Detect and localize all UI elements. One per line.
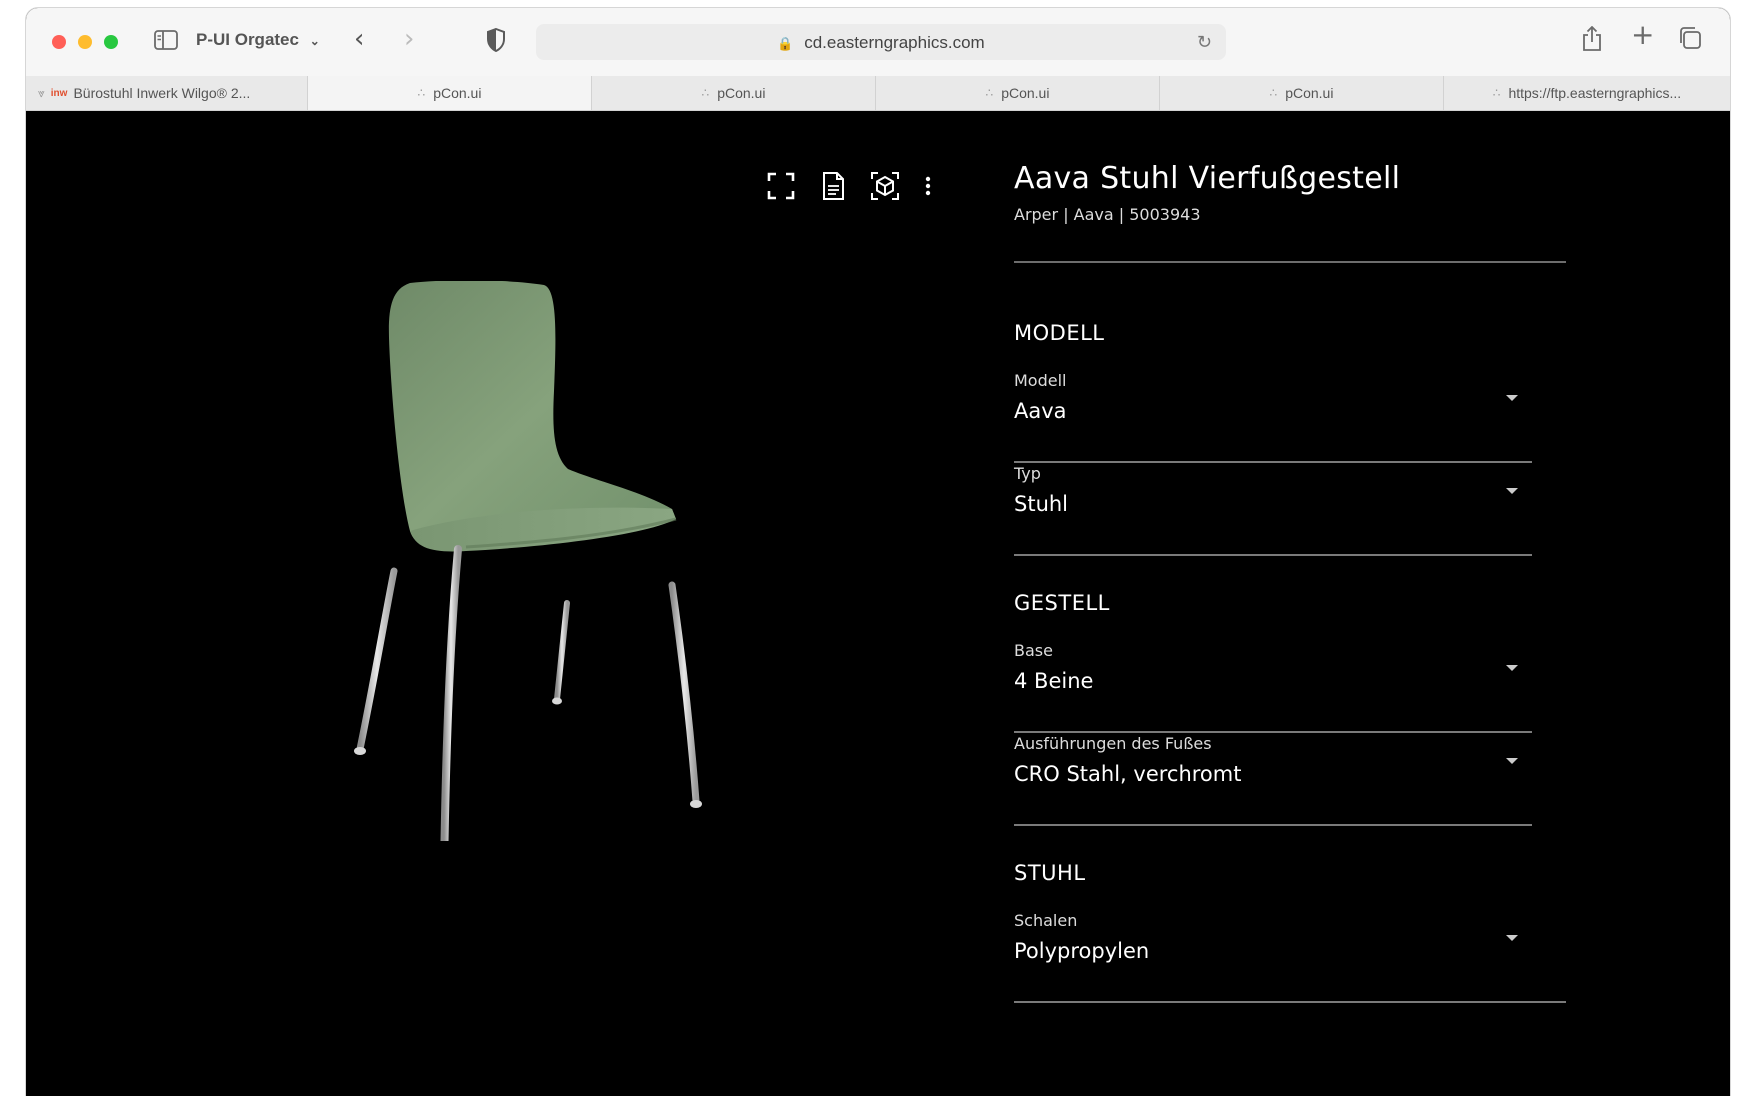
field-value: Aava (1014, 399, 1067, 423)
more-options-icon[interactable] (918, 169, 938, 203)
field-value: Polypropylen (1014, 939, 1150, 963)
tab-4[interactable]: ∴ pCon.ui (876, 76, 1160, 110)
datasheet-icon[interactable] (816, 169, 850, 203)
caret-down-icon (1506, 488, 1518, 494)
new-tab-icon[interactable]: + (1631, 21, 1654, 49)
lock-icon: 🔒 (777, 36, 794, 51)
tab-bar: ⩔ inw Bürostuhl Inwerk Wilgo® 2... ∴ pCo… (26, 76, 1730, 111)
zoom-window-button[interactable] (104, 35, 118, 49)
browser-toolbar: P-UI Orgatec ⌄ ‹ › 🔒 cd.easterngraphics.… (26, 8, 1730, 77)
section-heading-stuhl: STUHL (1014, 861, 1086, 885)
tab-group-label: P-UI Orgatec (196, 30, 299, 49)
tab-6[interactable]: ∴ https://ftp.easterngraphics... (1444, 76, 1730, 110)
configurator-page: Aava Stuhl Vierfußgestell Arper | Aava |… (26, 111, 1730, 1096)
field-value: Stuhl (1014, 492, 1069, 516)
fullscreen-icon[interactable] (764, 169, 798, 203)
field-label: Ausführungen des Fußes (1014, 734, 1212, 753)
field-label: Typ (1014, 464, 1041, 483)
minimize-window-button[interactable] (78, 35, 92, 49)
tab-label: https://ftp.easterngraphics... (1508, 85, 1682, 101)
loading-icon: ∴ (417, 86, 426, 100)
tab-label: pCon.ui (1285, 85, 1334, 101)
tab-1[interactable]: ⩔ inw Bürostuhl Inwerk Wilgo® 2... (26, 76, 308, 110)
tab-label: pCon.ui (717, 85, 766, 101)
tab-group-selector[interactable]: P-UI Orgatec ⌄ (196, 30, 320, 50)
dropdown-base[interactable]: Base 4 Beine (1014, 641, 1532, 733)
sidebar-toggle-icon[interactable] (154, 30, 178, 50)
chair-3d-preview[interactable] (346, 281, 786, 841)
product-title: Aava Stuhl Vierfußgestell (1014, 161, 1401, 196)
tab-2[interactable]: ∴ pCon.ui (308, 76, 592, 110)
back-arrow-icon[interactable]: ‹ (354, 26, 364, 52)
tab-5[interactable]: ∴ pCon.ui (1160, 76, 1444, 110)
field-label: Modell (1014, 371, 1067, 390)
divider (1014, 261, 1566, 263)
address-text: cd.easterngraphics.com (804, 33, 985, 52)
loading-icon: ∴ (1269, 86, 1278, 100)
caret-down-icon (1506, 665, 1518, 671)
share-icon[interactable] (1581, 26, 1603, 52)
tab-overview-icon[interactable] (1678, 26, 1702, 50)
caret-down-icon (1506, 395, 1518, 401)
dropdown-schalen[interactable]: Schalen Polypropylen (1014, 911, 1566, 1003)
section-heading-gestell: GESTELL (1014, 591, 1110, 615)
tab-favicon: inw (50, 87, 68, 99)
caret-down-icon (1506, 935, 1518, 941)
loading-icon: ∴ (985, 86, 994, 100)
pin-icon: ⩔ (38, 85, 45, 100)
section-heading-modell: MODELL (1014, 321, 1105, 345)
forward-arrow-icon[interactable]: › (404, 26, 414, 52)
dropdown-typ[interactable]: Typ Stuhl (1014, 464, 1532, 556)
dropdown-modell[interactable]: Modell Aava (1014, 371, 1532, 463)
dropdown-fuss-ausfuehrung[interactable]: Ausführungen des Fußes CRO Stahl, verchr… (1014, 734, 1532, 826)
ar-view-icon[interactable] (868, 169, 902, 203)
field-label: Base (1014, 641, 1053, 660)
tab-label: pCon.ui (1001, 85, 1050, 101)
loading-icon: ∴ (701, 86, 710, 100)
tab-label: pCon.ui (433, 85, 482, 101)
chevron-down-icon: ⌄ (309, 34, 320, 48)
field-label: Schalen (1014, 911, 1078, 930)
field-value: CRO Stahl, verchromt (1014, 762, 1242, 786)
browser-window: P-UI Orgatec ⌄ ‹ › 🔒 cd.easterngraphics.… (26, 8, 1730, 1096)
reload-icon[interactable]: ↻ (1197, 32, 1212, 53)
tab-3[interactable]: ∴ pCon.ui (592, 76, 876, 110)
close-window-button[interactable] (52, 35, 66, 49)
product-subtitle: Arper | Aava | 5003943 (1014, 205, 1201, 224)
tab-label: Bürostuhl Inwerk Wilgo® 2... (73, 85, 251, 101)
field-value: 4 Beine (1014, 669, 1094, 693)
loading-icon: ∴ (1492, 86, 1501, 100)
address-bar[interactable]: 🔒 cd.easterngraphics.com ↻ (536, 24, 1226, 60)
privacy-shield-icon[interactable] (486, 28, 506, 52)
caret-down-icon (1506, 758, 1518, 764)
